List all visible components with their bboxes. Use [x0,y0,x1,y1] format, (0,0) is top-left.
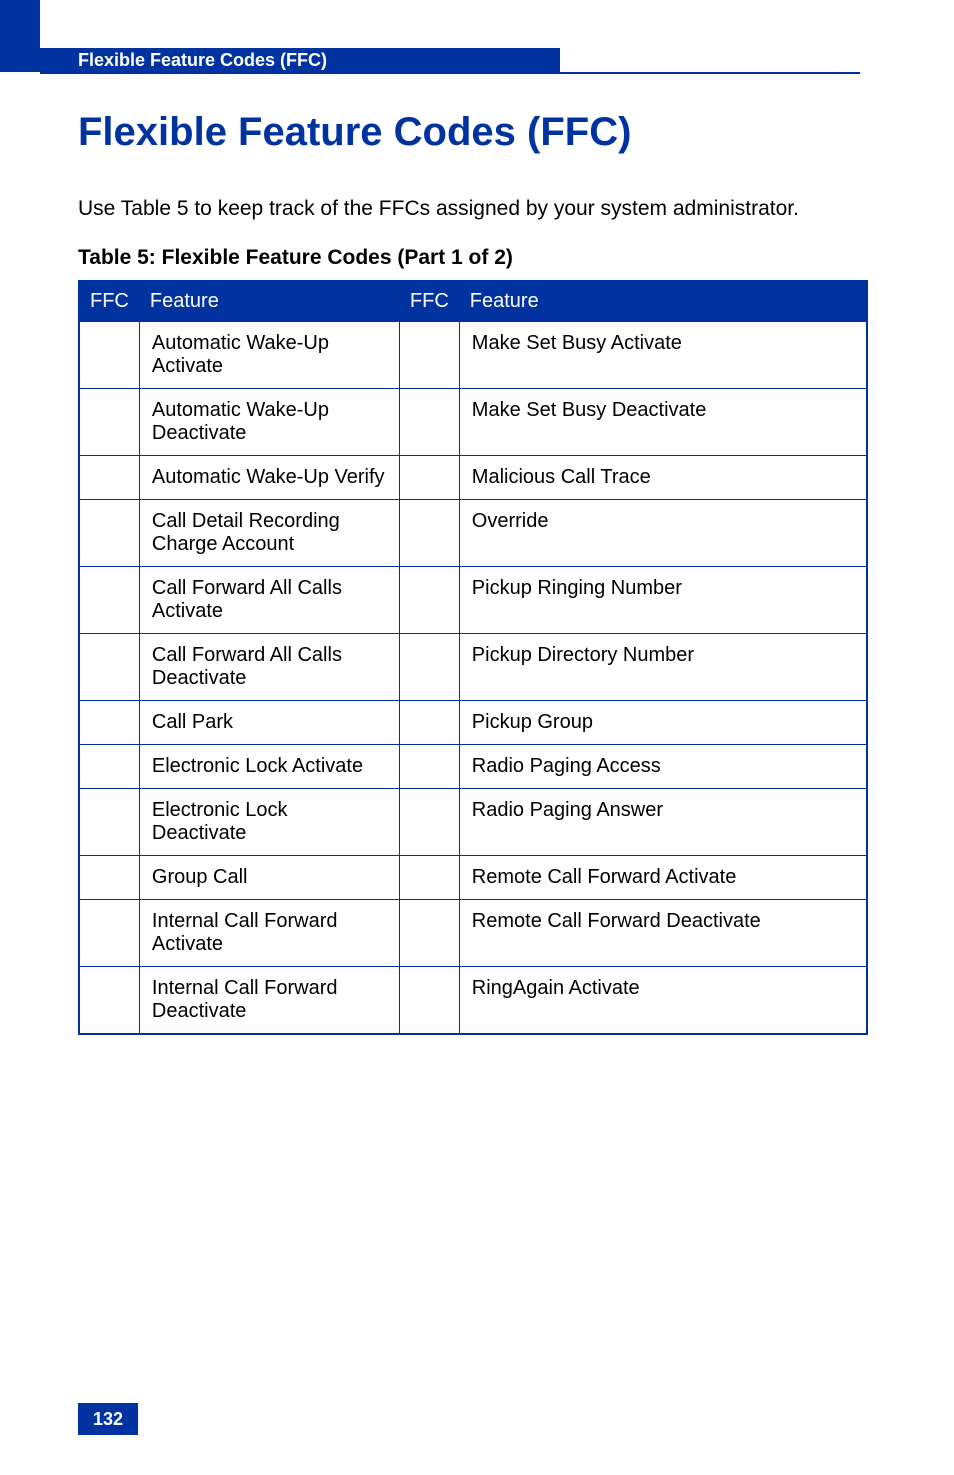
cell-feature: Radio Paging Answer [459,789,867,856]
section-header: Flexible Feature Codes (FFC) [40,48,560,72]
page-number: 132 [78,1403,138,1435]
cell-feature: Automatic Wake-Up Verify [139,456,399,500]
cell-ffc [79,745,139,789]
table-row: Electronic Lock Deactivate Radio Paging … [79,789,867,856]
cell-feature: Pickup Directory Number [459,634,867,701]
cell-ffc [79,967,139,1035]
cell-feature: Call Forward All Calls Deactivate [139,634,399,701]
cell-feature: Call Detail Recording Charge Account [139,500,399,567]
th-feature-1: Feature [139,281,399,322]
cell-feature: Radio Paging Access [459,745,867,789]
page-content: Flexible Feature Codes (FFC) Use Table 5… [78,100,868,1035]
cell-ffc [79,701,139,745]
cell-ffc [399,389,459,456]
cell-feature: Call Park [139,701,399,745]
cell-ffc [399,789,459,856]
cell-feature: Make Set Busy Activate [459,322,867,389]
cell-feature: Pickup Group [459,701,867,745]
cell-ffc [399,634,459,701]
table-body: Automatic Wake-Up Activate Make Set Busy… [79,322,867,1035]
th-ffc-2: FFC [399,281,459,322]
cell-ffc [399,500,459,567]
table-row: Automatic Wake-Up Deactivate Make Set Bu… [79,389,867,456]
cell-feature: Call Forward All Calls Activate [139,567,399,634]
cell-ffc [399,456,459,500]
cell-ffc [399,967,459,1035]
th-ffc-1: FFC [79,281,139,322]
cell-ffc [79,389,139,456]
cell-ffc [399,856,459,900]
cell-ffc [399,322,459,389]
cell-ffc [79,456,139,500]
cell-ffc [399,745,459,789]
table-row: Automatic Wake-Up Activate Make Set Busy… [79,322,867,389]
cell-feature: RingAgain Activate [459,967,867,1035]
cell-feature: Pickup Ringing Number [459,567,867,634]
cell-feature: Internal Call Forward Deactivate [139,967,399,1035]
cell-feature: Override [459,500,867,567]
cell-ffc [399,900,459,967]
cell-feature: Make Set Busy Deactivate [459,389,867,456]
table-row: Call Park Pickup Group [79,701,867,745]
cell-ffc [399,567,459,634]
table-caption: Table 5: Flexible Feature Codes (Part 1 … [78,246,868,270]
table-row: Call Detail Recording Charge Account Ove… [79,500,867,567]
cell-feature: Malicious Call Trace [459,456,867,500]
cell-ffc [399,701,459,745]
table-row: Internal Call Forward Activate Remote Ca… [79,900,867,967]
table-row: Call Forward All Calls Activate Pickup R… [79,567,867,634]
ffc-table: FFC Feature FFC Feature Automatic Wake-U… [78,280,868,1035]
cell-feature: Remote Call Forward Deactivate [459,900,867,967]
cell-feature: Automatic Wake-Up Deactivate [139,389,399,456]
table-row: Call Forward All Calls Deactivate Pickup… [79,634,867,701]
table-row: Group Call Remote Call Forward Activate [79,856,867,900]
cell-feature: Group Call [139,856,399,900]
th-feature-2: Feature [459,281,867,322]
cell-ffc [79,567,139,634]
table-row: Automatic Wake-Up Verify Malicious Call … [79,456,867,500]
cell-feature: Electronic Lock Deactivate [139,789,399,856]
cell-feature: Remote Call Forward Activate [459,856,867,900]
cell-ffc [79,322,139,389]
cell-ffc [79,900,139,967]
intro-text: Use Table 5 to keep track of the FFCs as… [78,195,868,222]
table-row: Internal Call Forward Deactivate RingAga… [79,967,867,1035]
cell-ffc [79,634,139,701]
top-accent-bar [0,0,40,72]
cell-feature: Electronic Lock Activate [139,745,399,789]
cell-ffc [79,789,139,856]
cell-feature: Automatic Wake-Up Activate [139,322,399,389]
header-underline [40,72,860,74]
table-row: Electronic Lock Activate Radio Paging Ac… [79,745,867,789]
table-header-row: FFC Feature FFC Feature [79,281,867,322]
cell-ffc [79,856,139,900]
page-title: Flexible Feature Codes (FFC) [78,110,868,155]
cell-feature: Internal Call Forward Activate [139,900,399,967]
cell-ffc [79,500,139,567]
